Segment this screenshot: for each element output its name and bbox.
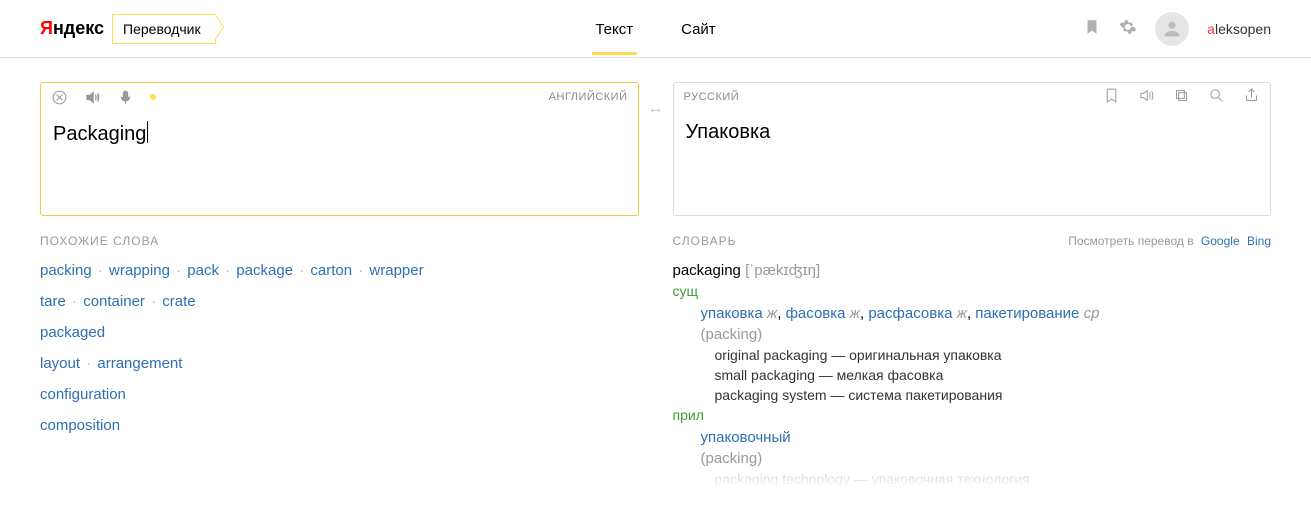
clear-icon[interactable]	[51, 89, 68, 106]
share-icon[interactable]	[1243, 87, 1260, 107]
dict-synonym-source: (packing)	[701, 326, 1272, 343]
dict-synonym-source: (packing)	[701, 450, 1272, 467]
dict-meaning[interactable]: расфасовка	[868, 305, 952, 322]
similar-title: ПОХОЖИЕ СЛОВА	[40, 234, 639, 248]
source-lang[interactable]: АНГЛИЙСКИЙ	[549, 91, 628, 103]
similar-row: tare · container · crate	[40, 293, 639, 310]
similar-row: packing · wrapping · pack · package · ca…	[40, 262, 639, 279]
speaker-icon[interactable]	[1138, 87, 1155, 107]
dict-example: packaging system — система пакетирования	[715, 387, 1272, 403]
search-icon[interactable]	[1208, 87, 1225, 107]
dict-example-cut: packaging technology — упаковочная техно…	[715, 471, 1272, 487]
similar-row: configuration	[40, 386, 639, 403]
similar-word[interactable]: pack	[187, 262, 219, 279]
username[interactable]: aleksopen	[1207, 21, 1271, 37]
dict-meaning[interactable]: упаковка	[701, 305, 763, 322]
similar-word[interactable]: wrapper	[369, 262, 423, 279]
dict-headword: packaging [ˈpækɪʤɪŋ]	[673, 262, 1272, 279]
target-output: Упаковка	[674, 111, 1271, 154]
similar-word[interactable]: crate	[162, 293, 195, 310]
lookup-google[interactable]: Google	[1201, 234, 1240, 248]
bookmark-icon[interactable]	[1083, 18, 1101, 40]
tab-site[interactable]: Сайт	[677, 3, 720, 55]
similar-row: composition	[40, 417, 639, 434]
dict-meaning[interactable]: фасовка	[786, 305, 846, 322]
avatar[interactable]	[1155, 12, 1189, 46]
swap-languages-icon[interactable]: ↔	[648, 100, 664, 118]
gear-icon[interactable]	[1119, 18, 1137, 40]
similar-word[interactable]: package	[236, 262, 293, 279]
similar-word[interactable]: arrangement	[97, 355, 182, 372]
service-name[interactable]: Переводчик	[112, 14, 216, 44]
similar-word[interactable]: packing	[40, 262, 92, 279]
similar-word[interactable]: container	[83, 293, 145, 310]
dict-meaning[interactable]: пакетирование	[975, 305, 1079, 322]
target-lang[interactable]: РУССКИЙ	[684, 91, 740, 103]
similar-word[interactable]: layout	[40, 355, 80, 372]
yandex-logo[interactable]: Яндекс	[40, 18, 104, 39]
source-input[interactable]: Packaging	[41, 111, 638, 156]
external-lookup: Посмотреть перевод в Google Bing	[1068, 234, 1271, 248]
similar-word[interactable]: composition	[40, 417, 120, 434]
dict-example: small packaging — мелкая фасовка	[715, 367, 1272, 383]
lookup-bing[interactable]: Bing	[1247, 234, 1271, 248]
similar-word[interactable]: configuration	[40, 386, 126, 403]
pos-noun: сущ	[673, 283, 1272, 299]
dict-meaning[interactable]: упаковочный	[701, 429, 791, 446]
similar-row: packaged	[40, 324, 639, 341]
dict-example: original packaging — оригинальная упаков…	[715, 347, 1272, 363]
favorite-icon[interactable]	[1103, 87, 1120, 107]
pos-adj: прил	[673, 407, 1272, 423]
tab-text[interactable]: Текст	[591, 3, 637, 55]
similar-word[interactable]: tare	[40, 293, 66, 310]
similar-word[interactable]: carton	[310, 262, 352, 279]
source-pane: АНГЛИЙСКИЙ Packaging	[40, 82, 639, 216]
similar-word[interactable]: packaged	[40, 324, 105, 341]
auto-detect-dot	[150, 94, 156, 100]
speaker-icon[interactable]	[84, 89, 101, 106]
target-pane: РУССКИЙ Упаковка	[673, 82, 1272, 216]
similar-row: layout · arrangement	[40, 355, 639, 372]
copy-icon[interactable]	[1173, 87, 1190, 107]
similar-word[interactable]: wrapping	[109, 262, 170, 279]
microphone-icon[interactable]	[117, 89, 134, 106]
